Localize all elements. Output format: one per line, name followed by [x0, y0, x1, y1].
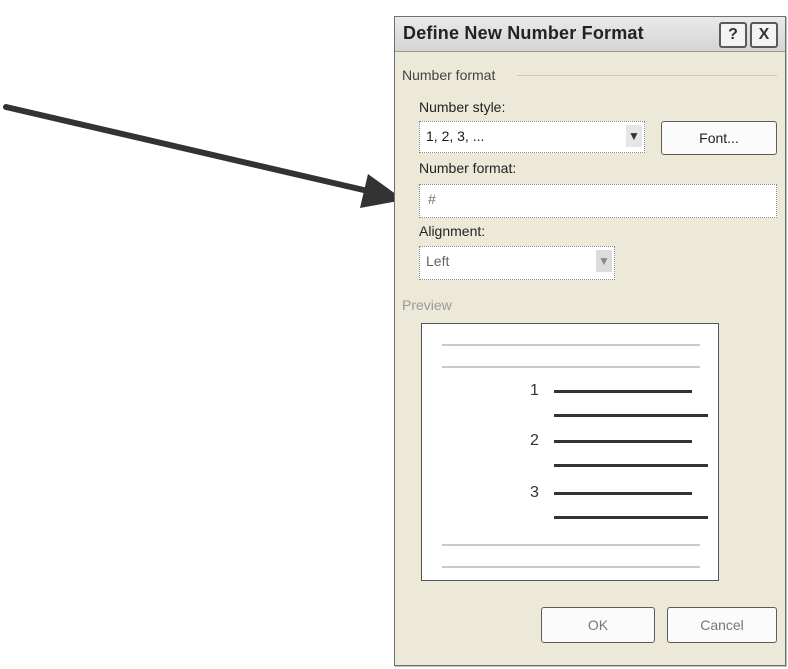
preview-number-1: 1: [530, 382, 539, 399]
preview-number-2: 2: [530, 432, 539, 449]
number-format-label: Number format:: [419, 160, 517, 176]
font-button[interactable]: Font...: [661, 121, 777, 155]
number-style-label: Number style:: [419, 99, 506, 115]
preview-faint-line: [442, 566, 700, 568]
ok-button[interactable]: OK: [541, 607, 655, 643]
preview-dark-line: [554, 440, 692, 443]
close-button[interactable]: X: [750, 22, 778, 48]
preview-dark-line: [554, 492, 692, 495]
chevron-down-icon[interactable]: ▼: [596, 250, 612, 272]
dialog-title: Define New Number Format: [403, 23, 644, 43]
cancel-button[interactable]: Cancel: [667, 607, 777, 643]
preview-label: Preview: [402, 297, 452, 313]
number-style-select[interactable]: 1, 2, 3, ... ▼: [419, 121, 645, 153]
number-format-input[interactable]: #: [419, 184, 777, 218]
preview-faint-line: [442, 544, 700, 546]
number-format-group-label: Number format: [402, 67, 496, 83]
preview-faint-line: [442, 366, 700, 368]
preview-dark-line: [554, 414, 708, 417]
preview-faint-line: [442, 344, 700, 346]
group-divider: [517, 75, 777, 76]
preview-dark-line: [554, 390, 692, 393]
define-number-format-dialog: Define New Number Format ? X Number form…: [394, 16, 786, 666]
preview-number-3: 3: [530, 484, 539, 501]
number-style-value: 1, 2, 3, ...: [426, 128, 485, 144]
alignment-value: Left: [426, 253, 450, 269]
alignment-label: Alignment:: [419, 223, 486, 239]
chevron-down-icon[interactable]: ▼: [626, 125, 642, 147]
title-bar: Define New Number Format ? X: [395, 17, 785, 52]
help-button[interactable]: ?: [719, 22, 747, 48]
alignment-select[interactable]: Left ▼: [419, 246, 615, 280]
preview-dark-line: [554, 464, 708, 467]
preview-pane: 1 2 3: [421, 323, 719, 581]
preview-dark-line: [554, 516, 708, 519]
